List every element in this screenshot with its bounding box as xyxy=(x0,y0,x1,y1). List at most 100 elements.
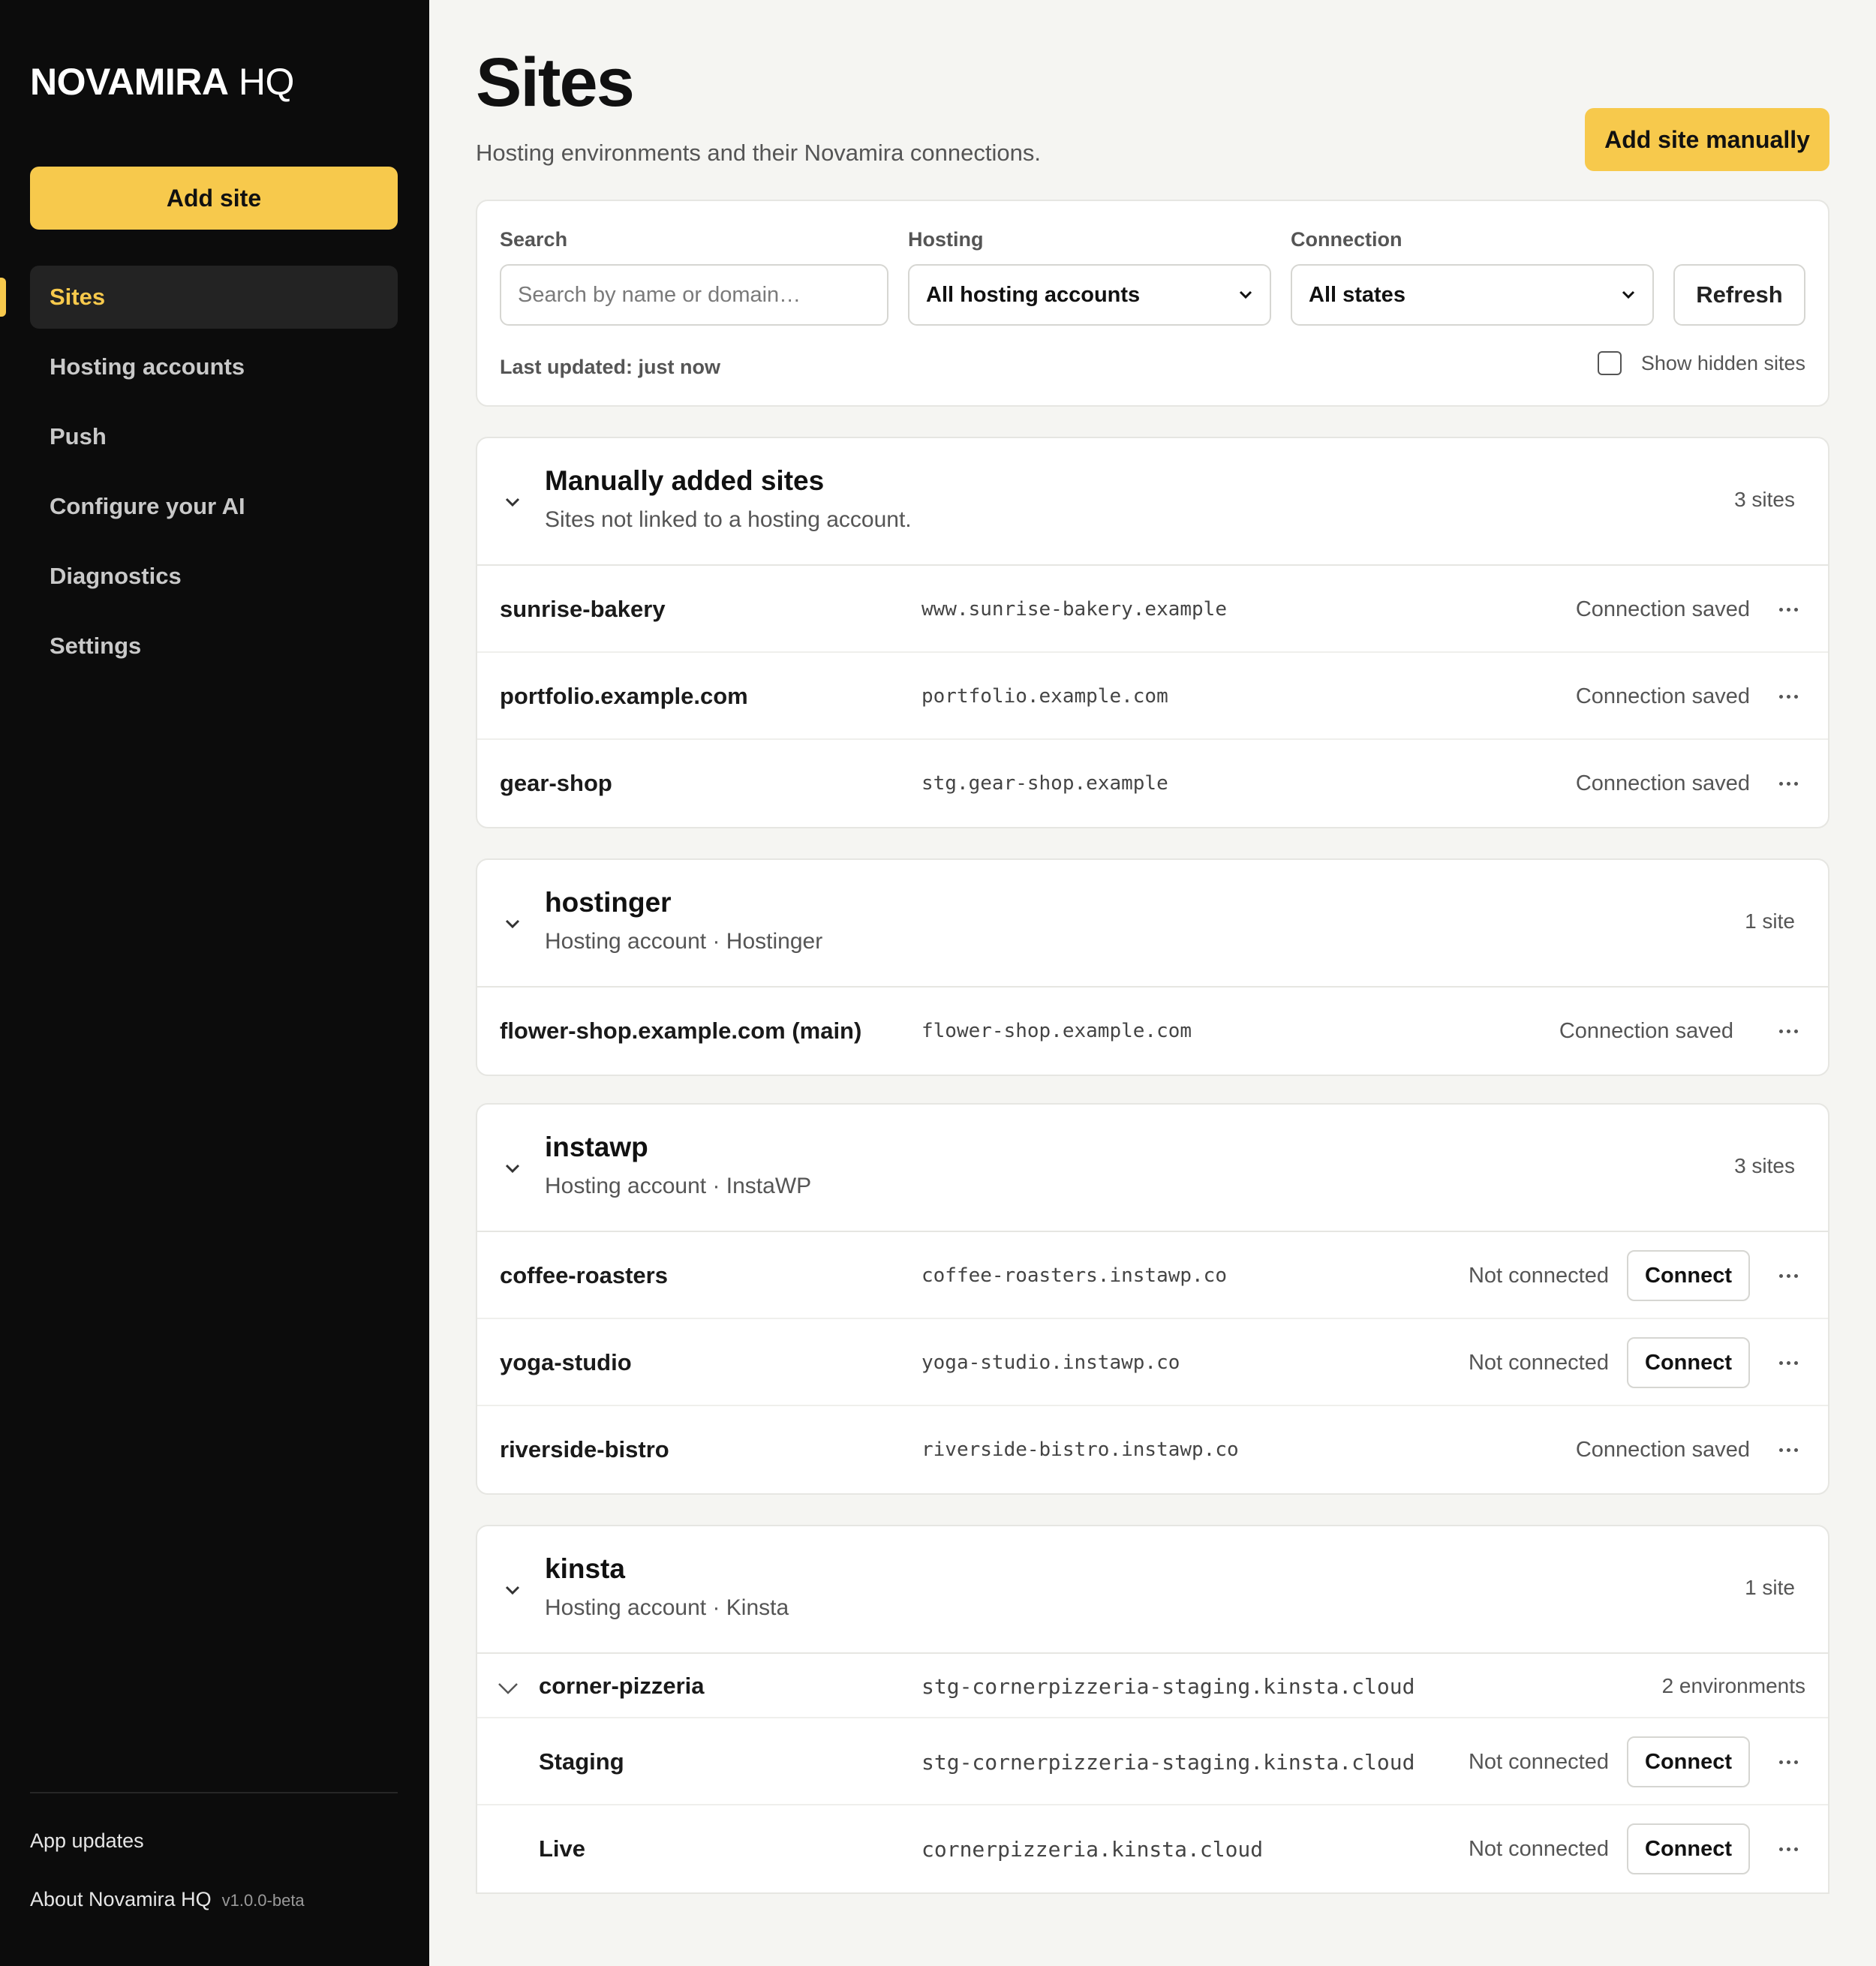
about-link[interactable]: About Novamira HQ v1.0.0-beta xyxy=(30,1888,305,1911)
table-row[interactable]: riverside-bistro riverside-bistro.instaw… xyxy=(477,1406,1828,1493)
connection-status: Connection saved xyxy=(1575,684,1750,708)
add-site-button[interactable]: Add site xyxy=(30,167,398,230)
site-name: flower-shop.example.com (main) xyxy=(500,1018,862,1044)
hosting-label: Hosting xyxy=(908,228,984,251)
chevron-down-icon[interactable] xyxy=(497,1679,519,1697)
table-row[interactable]: coffee-roasters coffee-roasters.instawp.… xyxy=(477,1232,1828,1319)
environment-count: 2 environments xyxy=(1661,1674,1805,1697)
group-count: 3 sites xyxy=(1734,488,1795,511)
more-options-button[interactable] xyxy=(1771,1432,1805,1467)
more-icon xyxy=(1778,1760,1798,1764)
refresh-button[interactable]: Refresh xyxy=(1673,264,1805,326)
site-domain: portfolio.example.com xyxy=(921,685,1168,708)
site-name: riverside-bistro xyxy=(500,1436,669,1462)
last-updated-text: Last updated: just now xyxy=(500,356,720,378)
group-subtitle: Hosting account · Hostinger xyxy=(545,929,823,954)
chevron-down-icon[interactable] xyxy=(503,1580,522,1600)
connect-button[interactable]: Connect xyxy=(1627,1337,1750,1388)
group-title: Manually added sites xyxy=(545,465,825,496)
more-icon xyxy=(1778,694,1798,699)
connection-select[interactable]: All states xyxy=(1291,264,1654,326)
connection-status: Not connected xyxy=(1468,1749,1609,1774)
connect-button[interactable]: Connect xyxy=(1627,1250,1750,1301)
more-options-button[interactable] xyxy=(1771,1014,1805,1048)
more-options-button[interactable] xyxy=(1771,679,1805,714)
site-name: corner-pizzeria xyxy=(539,1673,705,1699)
environment-name: Staging xyxy=(539,1748,624,1775)
group-count: 1 site xyxy=(1745,1576,1795,1599)
group-header[interactable]: Manually added sites Sites not linked to… xyxy=(477,438,1828,566)
group-title: instawp xyxy=(545,1132,648,1162)
chevron-down-icon xyxy=(1622,290,1635,299)
more-options-button[interactable] xyxy=(1771,1345,1805,1380)
add-site-manually-button[interactable]: Add site manually xyxy=(1585,108,1829,171)
more-icon xyxy=(1778,1360,1798,1365)
chevron-down-icon[interactable] xyxy=(503,492,522,512)
group-subtitle: Hosting account · Kinsta xyxy=(545,1595,789,1620)
more-icon xyxy=(1778,1029,1798,1033)
more-icon xyxy=(1778,607,1798,612)
table-row[interactable]: gear-shop stg.gear-shop.example Connecti… xyxy=(477,740,1828,827)
more-options-button[interactable] xyxy=(1771,766,1805,801)
site-name: sunrise-bakery xyxy=(500,596,666,622)
active-nav-indicator xyxy=(0,278,6,317)
more-options-button[interactable] xyxy=(1771,1258,1805,1293)
connection-status: Not connected xyxy=(1468,1836,1609,1861)
sidebar-item-configure-ai[interactable]: Configure your AI xyxy=(30,475,398,538)
group-count: 1 site xyxy=(1745,909,1795,933)
connection-label: Connection xyxy=(1291,228,1402,251)
more-icon xyxy=(1778,1273,1798,1278)
chevron-down-icon[interactable] xyxy=(503,1159,522,1178)
sidebar-item-push[interactable]: Push xyxy=(30,405,398,468)
group-title: kinsta xyxy=(545,1553,625,1584)
more-options-button[interactable] xyxy=(1771,1832,1805,1866)
app-updates-link[interactable]: App updates xyxy=(30,1829,144,1853)
group-kinsta: kinsta Hosting account · Kinsta 1 site c… xyxy=(476,1525,1829,1894)
more-options-button[interactable] xyxy=(1771,1745,1805,1779)
hosting-select[interactable]: All hosting accounts xyxy=(908,264,1271,326)
more-icon xyxy=(1778,781,1798,786)
group-subtitle: Sites not linked to a hosting account. xyxy=(545,507,912,532)
connection-status: Connection saved xyxy=(1559,1018,1733,1043)
group-manually-added: Manually added sites Sites not linked to… xyxy=(476,437,1829,828)
table-row[interactable]: portfolio.example.com portfolio.example.… xyxy=(477,653,1828,740)
more-icon xyxy=(1778,1847,1798,1851)
show-hidden-toggle[interactable]: Show hidden sites xyxy=(1597,351,1805,375)
site-domain: stg-cornerpizzeria-staging.kinsta.cloud xyxy=(921,1673,1415,1699)
page-title: Sites xyxy=(476,44,635,121)
connection-status: Connection saved xyxy=(1575,597,1750,621)
connection-status: Not connected xyxy=(1468,1263,1609,1288)
connection-status: Not connected xyxy=(1468,1350,1609,1375)
group-title: hostinger xyxy=(545,887,672,918)
table-row[interactable]: sunrise-bakery www.sunrise-bakery.exampl… xyxy=(477,566,1828,653)
table-row[interactable]: Live cornerpizzeria.kinsta.cloud Not con… xyxy=(477,1805,1828,1892)
table-row[interactable]: Staging stg-cornerpizzeria-staging.kinst… xyxy=(477,1718,1828,1805)
more-icon xyxy=(1778,1447,1798,1452)
site-domain: flower-shop.example.com xyxy=(921,1020,1192,1042)
group-header[interactable]: kinsta Hosting account · Kinsta 1 site xyxy=(477,1526,1828,1654)
sidebar: NOVAMIRA HQ Add site Sites Hosting accou… xyxy=(0,0,429,1966)
search-input[interactable]: Search by name or domain… xyxy=(500,264,888,326)
sidebar-item-sites[interactable]: Sites xyxy=(30,266,398,329)
connect-button[interactable]: Connect xyxy=(1627,1736,1750,1787)
table-row[interactable]: yoga-studio yoga-studio.instawp.co Not c… xyxy=(477,1319,1828,1406)
connection-status: Connection saved xyxy=(1575,1437,1750,1462)
group-header[interactable]: instawp Hosting account · InstaWP 3 site… xyxy=(477,1105,1828,1232)
sidebar-item-hosting-accounts[interactable]: Hosting accounts xyxy=(30,335,398,398)
site-domain: stg.gear-shop.example xyxy=(921,772,1168,795)
site-environments-header[interactable]: corner-pizzeria stg-cornerpizzeria-stagi… xyxy=(477,1654,1828,1718)
table-row[interactable]: flower-shop.example.com (main) flower-sh… xyxy=(477,988,1828,1075)
sidebar-divider xyxy=(30,1792,398,1793)
chevron-down-icon[interactable] xyxy=(503,914,522,933)
group-subtitle: Hosting account · InstaWP xyxy=(545,1174,812,1198)
sidebar-item-settings[interactable]: Settings xyxy=(30,615,398,678)
filters-panel: Search Hosting Connection Search by name… xyxy=(476,200,1829,407)
show-hidden-checkbox[interactable] xyxy=(1597,351,1622,375)
more-options-button[interactable] xyxy=(1771,592,1805,627)
group-header[interactable]: hostinger Hosting account · Hostinger 1 … xyxy=(477,860,1828,988)
site-domain: riverside-bistro.instawp.co xyxy=(921,1438,1239,1461)
sidebar-item-diagnostics[interactable]: Diagnostics xyxy=(30,545,398,608)
connect-button[interactable]: Connect xyxy=(1627,1823,1750,1874)
main-content: Sites Hosting environments and their Nov… xyxy=(429,0,1876,1966)
page-subtitle: Hosting environments and their Novamira … xyxy=(476,140,1041,166)
